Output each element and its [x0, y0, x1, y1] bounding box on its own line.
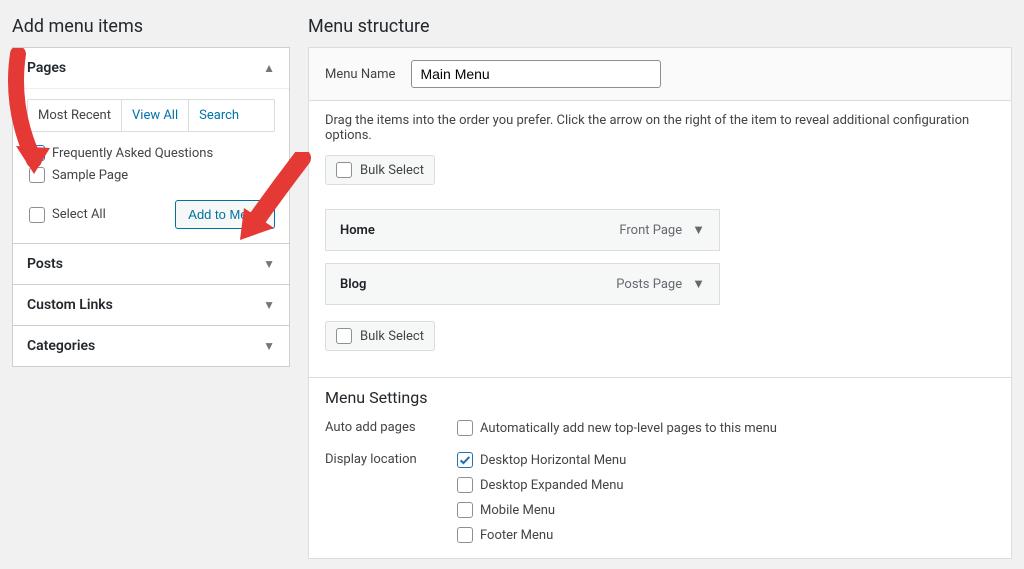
menu-name-input[interactable] — [411, 60, 661, 88]
menu-item-title: Blog — [340, 277, 366, 292]
collapse-icon: ▲ — [263, 61, 275, 75]
checkbox-icon[interactable] — [457, 502, 473, 518]
menu-item-type: Front Page — [619, 223, 682, 238]
checkbox-icon[interactable] — [29, 207, 45, 223]
auto-add-pages-label: Auto add pages — [325, 417, 455, 439]
tab-view-all[interactable]: View All — [122, 100, 189, 131]
auto-add-option-label: Automatically add new top-level pages to… — [480, 421, 777, 436]
select-all[interactable]: Select All — [27, 204, 108, 226]
checkbox-checked-icon[interactable] — [457, 452, 473, 468]
add-menu-items-heading: Add menu items — [12, 16, 290, 37]
auto-add-option[interactable]: Automatically add new top-level pages to… — [455, 417, 779, 439]
checkbox-icon[interactable] — [336, 162, 352, 178]
select-all-label: Select All — [52, 207, 106, 222]
display-location-options: Desktop Horizontal Menu Desktop Expanded… — [455, 449, 628, 546]
menu-settings-heading: Menu Settings — [325, 388, 995, 407]
menu-item-type: Posts Page — [616, 277, 682, 292]
pages-tabs: Most Recent View All Search — [27, 99, 275, 132]
display-location-label: Display location — [325, 449, 455, 546]
menu-item-blog[interactable]: Blog Posts Page ▼ — [325, 263, 720, 305]
page-item-faq[interactable]: Frequently Asked Questions — [27, 142, 275, 164]
location-label: Desktop Expanded Menu — [480, 478, 624, 493]
pages-panel-header[interactable]: Pages ▲ — [13, 48, 289, 88]
categories-panel-header[interactable]: Categories ▼ — [13, 325, 289, 366]
menu-structure-heading: Menu structure — [308, 16, 1012, 37]
location-label: Desktop Horizontal Menu — [480, 453, 626, 468]
add-to-menu-button[interactable]: Add to Menu — [175, 200, 275, 229]
checkbox-icon[interactable] — [336, 328, 352, 344]
chevron-down-icon[interactable]: ▼ — [692, 222, 705, 238]
bulk-select-top[interactable]: Bulk Select — [325, 155, 435, 185]
menu-item-home[interactable]: Home Front Page ▼ — [325, 209, 720, 251]
location-desktop-horizontal[interactable]: Desktop Horizontal Menu — [455, 449, 628, 471]
bulk-select-label: Bulk Select — [360, 329, 424, 344]
instructions: Drag the items into the order you prefer… — [325, 113, 995, 143]
menu-item-title: Home — [340, 223, 375, 238]
page-item-sample[interactable]: Sample Page — [27, 164, 275, 186]
checkbox-icon[interactable] — [457, 477, 473, 493]
location-mobile[interactable]: Mobile Menu — [455, 499, 628, 521]
divider — [309, 377, 1011, 378]
chevron-down-icon[interactable]: ▼ — [692, 276, 705, 292]
location-label: Mobile Menu — [480, 503, 555, 518]
location-label: Footer Menu — [480, 528, 553, 543]
checkbox-icon[interactable] — [457, 527, 473, 543]
menu-name-row: Menu Name — [308, 47, 1012, 101]
custom-links-panel-header[interactable]: Custom Links ▼ — [13, 284, 289, 325]
menu-structure-body: Drag the items into the order you prefer… — [308, 101, 1012, 559]
posts-panel-label: Posts — [27, 256, 63, 272]
location-desktop-expanded[interactable]: Desktop Expanded Menu — [455, 474, 628, 496]
posts-panel-header[interactable]: Posts ▼ — [13, 243, 289, 284]
checkbox-icon[interactable] — [29, 167, 45, 183]
page-item-label: Frequently Asked Questions — [52, 146, 213, 161]
menu-items-list: Home Front Page ▼ Blog Posts Page ▼ — [325, 209, 995, 305]
expand-icon: ▼ — [263, 298, 275, 312]
page-item-label: Sample Page — [52, 168, 128, 183]
pages-tab-panel: Frequently Asked Questions Sample Page — [13, 132, 289, 190]
pages-panel-label: Pages — [27, 60, 66, 76]
custom-links-panel-label: Custom Links — [27, 297, 113, 313]
location-footer[interactable]: Footer Menu — [455, 524, 628, 546]
menu-name-label: Menu Name — [325, 67, 395, 82]
checkbox-checked-icon[interactable] — [29, 145, 45, 161]
checkbox-icon[interactable] — [457, 420, 473, 436]
bulk-select-bottom[interactable]: Bulk Select — [325, 321, 435, 351]
tab-search[interactable]: Search — [189, 100, 249, 131]
bulk-select-label: Bulk Select — [360, 163, 424, 178]
accordion: Pages ▲ Most Recent View All Search Freq… — [12, 47, 290, 367]
expand-icon: ▼ — [263, 257, 275, 271]
tab-most-recent[interactable]: Most Recent — [28, 100, 122, 131]
expand-icon: ▼ — [263, 339, 275, 353]
pages-panel-body: Most Recent View All Search Frequently A… — [13, 88, 289, 243]
categories-panel-label: Categories — [27, 338, 95, 354]
